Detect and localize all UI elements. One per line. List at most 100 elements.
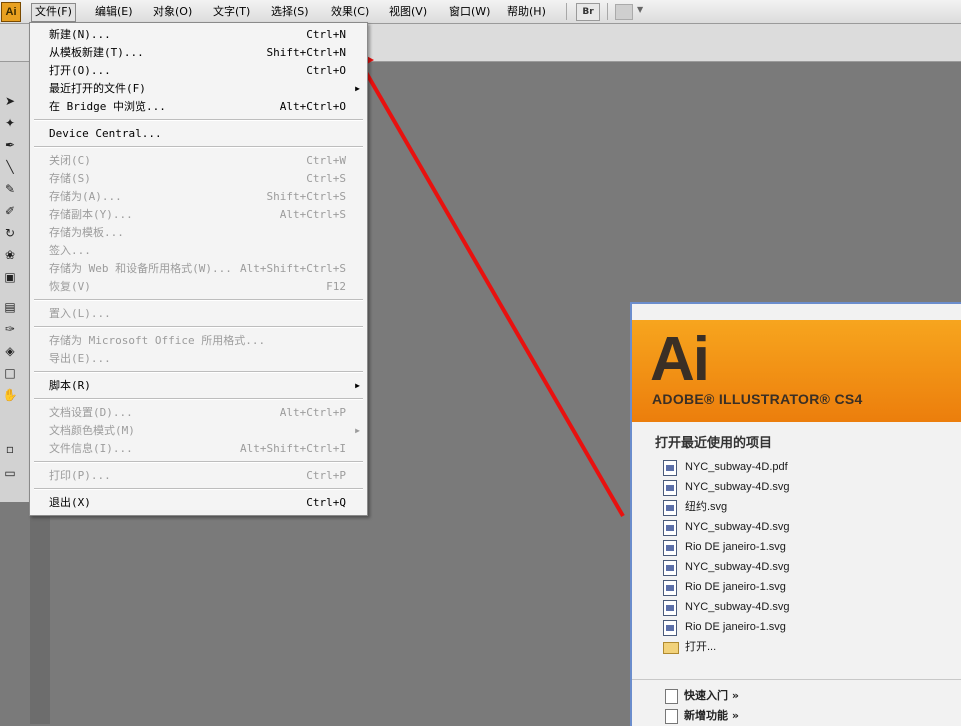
chevron-down-icon[interactable]: ▼	[637, 5, 643, 14]
menu-item-label: 存储为 Microsoft Office 所用格式...	[49, 334, 266, 347]
menu-item-new[interactable]: 新建(N)... Ctrl+N	[30, 26, 367, 44]
pdf-file-icon	[663, 460, 677, 476]
document-icon	[665, 709, 678, 724]
menu-item-print: 打印(P)... Ctrl+P	[30, 467, 367, 485]
arrange-documents-icon[interactable]	[615, 4, 633, 20]
menu-view[interactable]: 视图(V)	[386, 3, 430, 20]
menu-item-label: 打印(P)...	[49, 469, 111, 482]
menu-item-label: 脚本(R)	[49, 379, 91, 392]
menubar-divider	[566, 3, 567, 20]
menu-item-export: 导出(E)...	[30, 350, 367, 368]
menu-item-shortcut: F12	[326, 280, 346, 293]
draw-mode-icon[interactable]: ▭	[1, 464, 19, 482]
recent-file-name: 纽约.svg	[685, 501, 728, 513]
menu-separator	[34, 488, 363, 490]
menu-item-save-for-office: 存储为 Microsoft Office 所用格式...	[30, 332, 367, 350]
bridge-button[interactable]: Br	[576, 3, 600, 21]
recent-file-name: NYC_subway-4D.svg	[685, 521, 790, 533]
menu-item-shortcut: Shift+Ctrl+S	[266, 190, 346, 203]
line-tool-icon[interactable]: ╲	[1, 158, 19, 176]
menu-item-open-recent[interactable]: 最近打开的文件(F) ▶	[30, 80, 367, 98]
folder-icon	[663, 642, 679, 654]
menu-item-place: 置入(L)...	[30, 305, 367, 323]
svg-file-icon	[663, 580, 677, 596]
menu-item-label: 导出(E)...	[49, 352, 111, 365]
menu-item-save-copy: 存储副本(Y)... Alt+Ctrl+S	[30, 206, 367, 224]
menu-item-save-as: 存储为(A)... Shift+Ctrl+S	[30, 188, 367, 206]
recent-file-name: NYC_subway-4D.svg	[685, 561, 790, 573]
menu-item-scripts[interactable]: 脚本(R) ▶	[30, 377, 367, 395]
menu-separator	[34, 146, 363, 148]
menu-item-label: 存储为模板...	[49, 226, 124, 239]
eyedropper-tool-icon[interactable]: ✑	[1, 320, 19, 338]
graph-tool-icon[interactable]: ▤	[1, 298, 19, 316]
menu-item-shortcut: Shift+Ctrl+N	[266, 46, 346, 59]
menu-item-exit[interactable]: 退出(X) Ctrl+Q	[30, 494, 367, 512]
live-paint-tool-icon[interactable]: ◈	[1, 342, 19, 360]
menu-file[interactable]: 文件(F)	[31, 3, 76, 22]
menu-item-label: 最近打开的文件(F)	[49, 82, 146, 95]
menu-item-shortcut: Alt+Shift+Ctrl+I	[240, 442, 346, 455]
product-name: ADOBE® ILLUSTRATOR® CS4	[652, 391, 863, 407]
menu-edit[interactable]: 编辑(E)	[92, 3, 136, 20]
menu-item-document-setup: 文档设置(D)... Alt+Ctrl+P	[30, 404, 367, 422]
menu-item-save-for-web: 存储为 Web 和设备所用格式(W)... Alt+Shift+Ctrl+S	[30, 260, 367, 278]
svg-file-icon	[663, 560, 677, 576]
hand-tool-icon[interactable]: ✋	[1, 386, 19, 404]
fill-stroke-icon[interactable]: ▫	[1, 440, 19, 458]
menu-item-save-template: 存储为模板...	[30, 224, 367, 242]
paintbrush-tool-icon[interactable]: ✎	[1, 180, 19, 198]
menu-item-new-from-template[interactable]: 从模板新建(T)... Shift+Ctrl+N	[30, 44, 367, 62]
menu-item-shortcut: Alt+Ctrl+P	[279, 406, 346, 419]
menu-separator	[34, 299, 363, 301]
menu-item-label: 文档颜色模式(M)	[49, 424, 135, 437]
menu-item-shortcut: Alt+Shift+Ctrl+S	[240, 262, 346, 275]
recent-file-name: NYC_subway-4D.svg	[685, 601, 790, 613]
menu-select[interactable]: 选择(S)	[268, 3, 312, 20]
menu-item-shortcut: Alt+Ctrl+S	[279, 208, 346, 221]
svg-file-icon	[663, 620, 677, 636]
tools-panel: ➤ ✦ ✒ ╲ ✎ ✐ ↻ ❀ ▣ ▤ ✑ ◈ □ ✋ ▫ ▭	[0, 62, 31, 502]
menu-item-label: 退出(X)	[49, 496, 91, 509]
menu-item-label: 存储副本(Y)...	[49, 208, 133, 221]
blob-brush-tool-icon[interactable]: ✐	[1, 202, 19, 220]
menu-item-file-info: 文件信息(I)... Alt+Shift+Ctrl+I	[30, 440, 367, 458]
svg-file-icon	[663, 600, 677, 616]
menu-separator	[34, 371, 363, 373]
menu-item-label: 文件信息(I)...	[49, 442, 133, 455]
menu-item-browse-bridge[interactable]: 在 Bridge 中浏览... Alt+Ctrl+O	[30, 98, 367, 116]
menu-item-close: 关闭(C) Ctrl+W	[30, 152, 367, 170]
menu-window[interactable]: 窗口(W)	[446, 3, 493, 20]
menu-item-color-mode: 文档颜色模式(M) ▶	[30, 422, 367, 440]
artboard-tool-icon[interactable]: □	[1, 364, 19, 382]
file-menu-dropdown: 新建(N)... Ctrl+N 从模板新建(T)... Shift+Ctrl+N 打…	[29, 22, 368, 516]
recent-file-name: Rio DE janeiro-1.svg	[685, 621, 786, 633]
document-icon	[665, 689, 678, 704]
menu-item-label: Device Central...	[49, 127, 162, 140]
menu-item-open[interactable]: 打开(O)... Ctrl+O	[30, 62, 367, 80]
whats-new-label: 新增功能 »	[684, 709, 739, 722]
warp-tool-icon[interactable]: ❀	[1, 246, 19, 264]
open-file-label: 打开...	[685, 641, 717, 653]
pen-tool-icon[interactable]: ✒	[1, 136, 19, 154]
menu-help[interactable]: 帮助(H)	[504, 3, 549, 20]
selection-tool-icon[interactable]: ➤	[1, 92, 19, 110]
menu-item-save: 存储(S) Ctrl+S	[30, 170, 367, 188]
menu-item-device-central[interactable]: Device Central...	[30, 125, 367, 143]
menu-separator	[34, 461, 363, 463]
menu-object[interactable]: 对象(O)	[150, 3, 195, 20]
svg-file-icon	[663, 500, 677, 516]
svg-file-icon	[663, 480, 677, 496]
recent-file-name: Rio DE janeiro-1.svg	[685, 581, 786, 593]
menu-effect[interactable]: 效果(C)	[328, 3, 372, 20]
menu-item-label: 签入...	[49, 244, 91, 257]
menu-item-label: 存储(S)	[49, 172, 91, 185]
menu-item-shortcut: Ctrl+O	[306, 64, 346, 77]
symbol-sprayer-tool-icon[interactable]: ▣	[1, 268, 19, 286]
recent-file-name: NYC_subway-4D.pdf	[685, 461, 788, 473]
welcome-divider	[632, 679, 961, 680]
submenu-arrow-icon: ▶	[355, 381, 360, 390]
rotate-tool-icon[interactable]: ↻	[1, 224, 19, 242]
magic-wand-tool-icon[interactable]: ✦	[1, 114, 19, 132]
menu-type[interactable]: 文字(T)	[210, 3, 253, 20]
